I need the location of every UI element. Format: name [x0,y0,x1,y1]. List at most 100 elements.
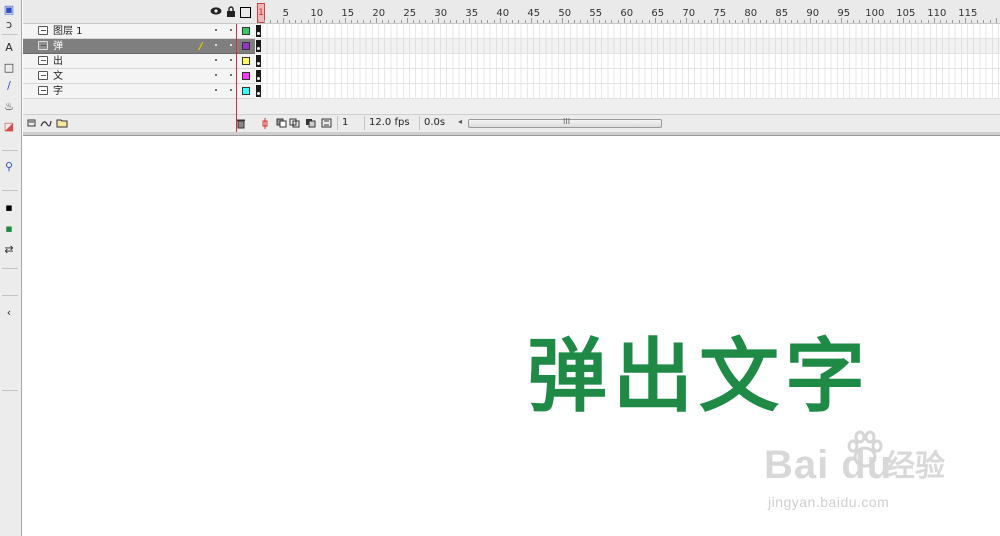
fill-color-icon[interactable]: ▪ [1,222,17,236]
text-tool-icon[interactable]: A [1,41,17,55]
pencil-tool-icon[interactable]: / [1,79,17,93]
layer-lock-toggle[interactable] [230,44,232,46]
layer-row[interactable]: 出 [23,54,255,69]
layer-row[interactable]: 图层 1 [23,24,255,39]
eraser-tool-icon[interactable]: ◪ [1,120,17,134]
modify-onion-markers-icon[interactable] [321,118,332,129]
ruler-label: 75 [713,8,727,19]
layer-outline-color[interactable] [242,87,250,95]
ruler-label: 115 [958,8,978,19]
onion-skin-outlines-icon[interactable] [289,118,301,129]
layer-row[interactable]: 文 [23,69,255,84]
ruler-tick [859,20,861,23]
eye-icon[interactable] [210,6,222,17]
ruler-tick [679,20,681,23]
timeline-horizontal-scrollbar[interactable]: III [468,117,662,128]
zoom-tool-icon[interactable]: ⚲ [1,160,17,174]
center-frame-icon[interactable] [261,118,269,129]
stage-text[interactable]: 弹出文字 [527,329,871,425]
rectangle-tool-icon[interactable]: □ [1,61,17,75]
frame-rate-readout[interactable]: 12.0 fps [364,116,414,130]
ruler-tick [258,20,259,23]
frame-row[interactable] [255,84,1000,99]
layer-outline-color[interactable] [242,27,250,35]
ruler-tick [958,20,960,23]
ruler-tick [797,20,799,23]
insert-folder-icon[interactable] [56,118,68,129]
ruler-tick [809,18,811,23]
ruler-tick [456,20,458,23]
ruler-tick [822,20,824,23]
stroke-color-icon[interactable]: ▪ [1,201,17,215]
layer-name: 图层 1 [53,26,83,37]
frame-row[interactable] [255,69,1000,84]
layer-visibility-toggle[interactable] [215,29,217,31]
tools-separator [2,295,18,296]
ruler-tick [537,20,538,23]
delete-layer-icon[interactable] [236,118,246,129]
layer-lock-toggle[interactable] [230,29,232,31]
layer-lock-toggle[interactable] [230,74,232,76]
layer-visibility-toggle[interactable] [215,59,217,61]
keyframe[interactable] [256,40,261,52]
frame-row[interactable] [255,24,1000,39]
timeline-panel: 图层 1 弹 / 出文字 1 5 10 15 20 25 30 35 40 45 50 55 60 65 70 75… [23,0,1000,132]
ruler-tick [419,20,421,23]
onion-skin-icon[interactable] [276,118,288,129]
ruler-tick [493,20,495,23]
layer-outline-color[interactable] [242,42,250,50]
ruler-label: 15 [341,8,355,19]
ruler-tick [791,20,793,23]
ruler-tick [276,20,278,23]
frame-row[interactable] [255,54,1000,69]
lasso-tool-icon[interactable]: ↄ [1,18,17,32]
options-icon[interactable]: ‹ [1,306,17,320]
edit-multiple-frames-icon[interactable] [305,118,317,129]
subselection-tool-icon[interactable]: ▣ [1,3,17,17]
ruler-label: 45 [527,8,541,19]
frame-row[interactable] [255,39,1000,54]
ruler-tick [847,20,848,23]
frame-ruler[interactable]: 1 5 10 15 20 25 30 35 40 45 50 55 60 65 70 75 80 85 90 95 10… [255,0,1000,24]
playhead-line [236,24,237,132]
ruler-tick [301,20,303,23]
insert-layer-icon[interactable] [27,118,37,129]
ruler-tick [394,20,396,23]
scrollbar-grip[interactable]: III [563,117,570,127]
layer-visibility-toggle[interactable] [215,44,217,46]
layer-outline-color[interactable] [242,72,250,80]
tools-separator [2,268,18,269]
ruler-tick [326,20,328,23]
ink-bottle-tool-icon[interactable]: ♨ [1,100,17,114]
ruler-tick [754,20,755,23]
scroll-left-arrow-icon[interactable]: ◂ [458,117,462,126]
keyframe[interactable] [256,55,261,67]
ruler-tick [481,20,483,23]
layer-visibility-toggle[interactable] [215,74,217,76]
ruler-label: 40 [496,8,510,19]
layer-header [23,0,255,24]
layer-lock-toggle[interactable] [230,59,232,61]
ruler-tick [555,20,557,23]
keyframe[interactable] [256,85,261,97]
layer-row[interactable]: 字 [23,84,255,99]
outline-icon[interactable] [240,7,251,18]
layer-visibility-toggle[interactable] [215,89,217,91]
keyframe[interactable] [256,70,261,82]
ruler-tick [518,20,520,23]
layer-icon [38,26,48,35]
swap-colors-icon[interactable]: ⇄ [1,243,17,257]
layer-outline-color[interactable] [242,57,250,65]
timeline-divider[interactable] [23,132,1000,136]
ruler-tick [512,20,514,23]
layer-row[interactable]: 弹 / [23,39,255,54]
timeline-toolbar: 1 12.0 fps 0.0s ◂ III [23,114,1000,132]
keyframe[interactable] [256,25,261,37]
lock-icon[interactable] [226,6,236,17]
add-motion-guide-icon[interactable] [40,118,52,129]
ruler-tick [853,20,855,23]
current-frame-readout: 1 [337,116,367,130]
frame-grid[interactable] [255,24,1000,99]
layer-name: 弹 [53,41,63,52]
layer-lock-toggle[interactable] [230,89,232,91]
